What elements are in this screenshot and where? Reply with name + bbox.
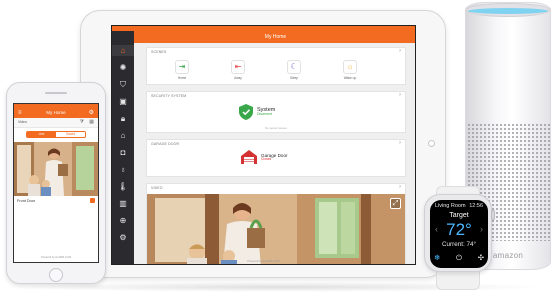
tablet-header-title: My Home	[264, 34, 287, 40]
chevron-right-icon[interactable]: ›	[399, 184, 401, 190]
shield-icon[interactable]: ⛉	[117, 79, 129, 90]
phone-segmented-control: Live Saved	[26, 131, 86, 138]
garage-card[interactable]: GARAGE DOOR › Garage Door Closed	[146, 139, 406, 177]
plus-icon[interactable]: ⊕	[117, 215, 129, 226]
smart-watch: Living Room 12:56 Target ‹ 72° › Current…	[424, 194, 492, 272]
thermostat-icon[interactable]: 🌡︎	[117, 181, 129, 192]
live-video-feed[interactable]: ⤢	[147, 194, 405, 264]
phone-screen: ≡ My Home ⚙ Video ⧩ ▦ Live Saved Front D…	[13, 103, 99, 263]
security-subtext: No sensor issues	[265, 126, 287, 130]
lock-icon[interactable]: 🔒︎	[117, 113, 129, 124]
fan-icon[interactable]: ✣	[478, 254, 484, 262]
watch-target-label: Target	[449, 212, 469, 219]
scenes-card-title: SCENES	[151, 50, 167, 54]
chevron-right-icon[interactable]: ›	[399, 92, 401, 98]
scenes-card: SCENES › ⇥ Home ⇤ Away ☾ Sleep ☼ Wake up	[146, 47, 406, 85]
phone-video-caption: Front Door	[17, 199, 36, 203]
scene-away[interactable]: ⇤ Away	[227, 60, 249, 80]
phone-home-button[interactable]	[49, 268, 63, 282]
scene-sleep[interactable]: ☾ Sleep	[283, 60, 305, 80]
gear-icon[interactable]: ⚙	[117, 232, 129, 243]
snowflake-icon[interactable]: ❄	[434, 254, 440, 262]
phone-toolbar: Video ⧩ ▦	[14, 118, 98, 128]
home-icon[interactable]: ⌂	[112, 45, 134, 56]
moon-icon: ☾	[287, 60, 301, 74]
home-arrow-icon: ⇥	[175, 60, 189, 74]
phone-footer: Powered by ALARM.COM	[41, 256, 71, 259]
garage-icon	[241, 150, 257, 164]
phone-device: ≡ My Home ⚙ Video ⧩ ▦ Live Saved Front D…	[6, 82, 106, 284]
watch-crown[interactable]	[491, 210, 495, 220]
filter-icon[interactable]: ⧩	[80, 119, 84, 125]
image-icon[interactable]: ▣	[117, 96, 129, 107]
sun-icon: ☼	[343, 60, 357, 74]
scenes-icon[interactable]: ✺	[117, 62, 129, 73]
garage-icon[interactable]: ⌂	[117, 130, 129, 141]
tab-saved[interactable]: Saved	[56, 132, 85, 137]
chevron-right-icon[interactable]: ›	[480, 224, 483, 234]
garage-door-status: Closed	[261, 156, 272, 161]
security-card[interactable]: SECURITY SYSTEM › System Disarmed No sen…	[146, 91, 406, 133]
tablet-home-button[interactable]	[428, 140, 435, 147]
phone-select-label[interactable]: Video	[18, 120, 27, 124]
expand-icon[interactable]: ⤢	[390, 198, 401, 209]
chevron-right-icon[interactable]: ›	[399, 140, 401, 146]
video-scene-image	[147, 194, 405, 264]
tablet-app-header: My Home	[112, 31, 415, 43]
camera-icon[interactable]: ◘	[117, 147, 129, 158]
grid-icon[interactable]: ▦	[89, 119, 94, 125]
reports-icon[interactable]: ▥	[117, 198, 129, 209]
watch-current-temp: Current: 74°	[441, 241, 477, 248]
phone-video-feed[interactable]	[14, 142, 98, 196]
security-system-status: Disarmed	[257, 112, 272, 117]
video-card-title: VIDEO	[151, 186, 163, 190]
away-arrow-icon: ⇤	[231, 60, 245, 74]
speaker-light-ring	[468, 8, 548, 14]
tab-live[interactable]: Live	[27, 132, 56, 137]
product-collage: My Home ⌂ ✺ ⛉ ▣ 🔒︎ ⌂ ◘ ♁ 🌡︎ ▥ ⊕ ⚙ SCENES	[0, 0, 556, 294]
watch-mode-icons: ❄ ⏻ ✣	[434, 254, 484, 262]
phone-speaker-slot	[45, 92, 67, 94]
tablet-screen: My Home ⌂ ✺ ⛉ ▣ 🔒︎ ⌂ ◘ ♁ 🌡︎ ▥ ⊕ ⚙ SCENES	[111, 25, 416, 265]
tablet-main-content: SCENES › ⇥ Home ⇤ Away ☾ Sleep ☼ Wake up…	[134, 43, 415, 264]
gear-icon[interactable]: ⚙	[89, 110, 94, 116]
watch-room-name: Living Room	[435, 203, 466, 209]
tablet-device: My Home ⌂ ✺ ⛉ ▣ 🔒︎ ⌂ ◘ ♁ 🌡︎ ▥ ⊕ ⚙ SCENES	[80, 10, 446, 278]
tablet-sidebar: ⌂ ✺ ⛉ ▣ 🔒︎ ⌂ ◘ ♁ 🌡︎ ▥ ⊕ ⚙	[112, 31, 134, 264]
security-card-title: SECURITY SYSTEM	[151, 94, 187, 98]
scene-wake-up[interactable]: ☼ Wake up	[339, 60, 361, 80]
light-icon[interactable]: ♁	[117, 164, 129, 175]
tablet-footer: Powered by ALARM.COM	[247, 259, 280, 263]
watch-time: 12:56	[469, 203, 483, 209]
phone-video-image	[14, 142, 98, 196]
video-card: VIDEO › ⤢	[146, 183, 406, 264]
security-shield-icon	[239, 104, 253, 120]
garage-status-row: Garage Door Closed	[241, 150, 288, 164]
chevron-right-icon[interactable]: ›	[399, 48, 401, 54]
record-icon[interactable]	[90, 198, 95, 203]
phone-header-title: My Home	[46, 110, 66, 115]
watch-screen: Living Room 12:56 Target ‹ 72° › Current…	[430, 200, 488, 268]
garage-card-title: GARAGE DOOR	[151, 142, 180, 146]
scene-home[interactable]: ⇥ Home	[171, 60, 193, 80]
phone-app-header: ≡ My Home ⚙	[14, 108, 98, 118]
security-status-row: System Disarmed	[239, 104, 275, 120]
power-icon[interactable]: ⏻	[456, 254, 462, 262]
